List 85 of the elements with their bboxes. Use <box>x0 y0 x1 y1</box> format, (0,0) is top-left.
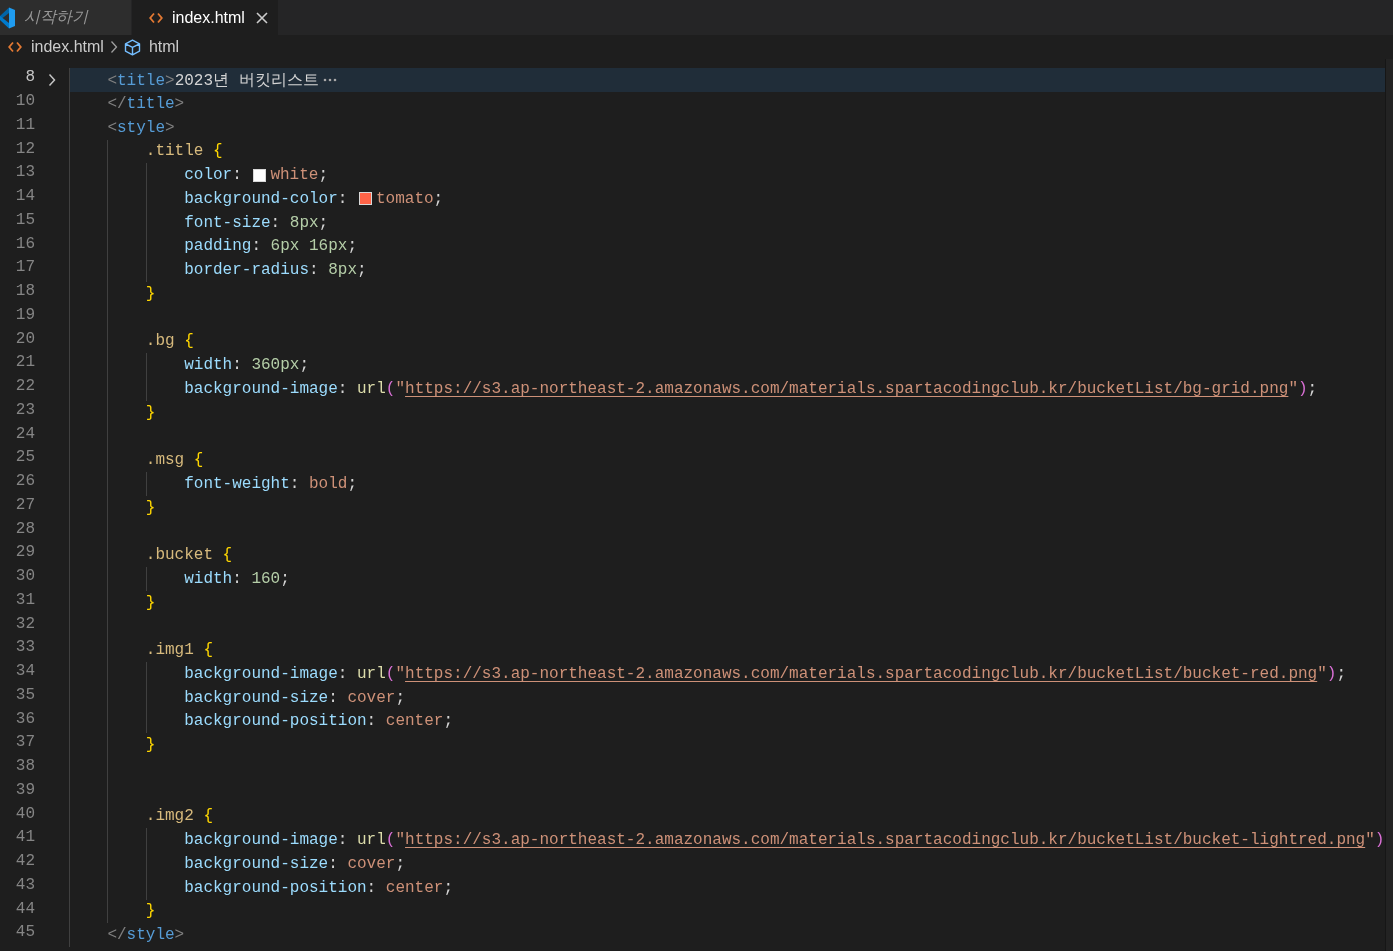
code-text: font-weight: bold; <box>184 474 357 493</box>
code-text: background-image: url("https://s3.ap-northeast-2.amazonaws.com/materials.spartacodingclub.kr/bucketList/bucket-lightred.png") <box>184 831 1385 850</box>
line-number: 18 <box>14 282 35 303</box>
color-swatch-icon[interactable] <box>359 192 372 206</box>
code-brackets-icon <box>149 11 163 24</box>
line-number: 26 <box>14 472 35 493</box>
line-number: 27 <box>14 495 35 516</box>
line-number: 21 <box>14 353 35 374</box>
line-number: 22 <box>14 377 35 398</box>
line-number: 38 <box>14 757 35 778</box>
logo-icon <box>0 6 15 29</box>
chevron-right-icon[interactable] <box>47 73 57 88</box>
line-number: 14 <box>14 187 35 208</box>
line-number: 34 <box>14 662 35 683</box>
line-number: 42 <box>14 852 35 873</box>
line-number: 13 <box>14 163 35 184</box>
code-text: background-image: url("https://s3.ap-northeast-2.amazonaws.com/materials.spartacodingclub.kr/bucketList/bg-grid.png"); <box>184 379 1318 398</box>
code-text: background-position: center; <box>184 878 454 897</box>
code-text: <style> <box>107 118 175 137</box>
line-number: 44 <box>14 899 35 920</box>
close-icon[interactable] <box>255 11 268 24</box>
line-number: 29 <box>14 543 35 564</box>
line-number: 17 <box>14 258 35 279</box>
line-number: 35 <box>14 685 35 706</box>
line-number: 33 <box>14 638 35 659</box>
scrollbar-track[interactable] <box>1385 59 1393 951</box>
code-text: background-size: cover; <box>184 688 406 707</box>
code-text: color: <box>184 166 243 185</box>
code-text: background-position: center; <box>184 712 454 731</box>
ellipsis-icon[interactable] <box>322 78 337 83</box>
line-number: 30 <box>14 567 35 588</box>
code-text: .msg { <box>145 451 204 470</box>
line-number: 43 <box>14 875 35 896</box>
line-number: 36 <box>14 709 35 730</box>
code-text: .img1 { <box>145 641 213 660</box>
code-text: .title { <box>145 142 223 161</box>
chevron-right-icon <box>109 40 118 54</box>
breadcrumb-item[interactable]: html <box>123 38 180 56</box>
code-text: white; <box>270 166 328 185</box>
breadcrumb-item[interactable]: index.html <box>8 38 104 56</box>
code-text: font-size: 8px; <box>184 213 329 232</box>
code-text: .bucket { <box>145 546 233 565</box>
line-number: 16 <box>14 234 35 255</box>
code-text: } <box>145 736 156 755</box>
line-number: 39 <box>14 780 35 801</box>
code-text: } <box>145 902 156 921</box>
code-text: background-color: <box>184 189 349 208</box>
tab[interactable]: 시작하기 <box>0 0 132 35</box>
tab[interactable]: index.html <box>132 0 279 35</box>
line-number: 15 <box>14 210 35 231</box>
cube-icon <box>123 38 141 56</box>
code-text: } <box>145 284 156 303</box>
line-number: 25 <box>14 448 35 469</box>
code-text: padding: 6px 16px; <box>184 237 358 256</box>
code-text: width: 360px; <box>184 356 309 375</box>
line-number: 10 <box>14 92 35 113</box>
code-text: .img2 { <box>145 807 213 826</box>
code-brackets-icon <box>8 41 22 53</box>
code-text: background-image: url("https://s3.ap-northeast-2.amazonaws.com/materials.spartacodingclub.kr/bucketList/bucket-red.png"); <box>184 664 1346 683</box>
code-text: } <box>145 593 156 612</box>
code-text: border-radius: 8px; <box>184 261 367 280</box>
code-text: background-size: cover; <box>184 854 406 873</box>
code-text: <title>2023년 버킷리스트 <box>107 70 319 91</box>
line-number: 28 <box>14 519 35 540</box>
line-number: 24 <box>14 424 35 445</box>
line-number: 20 <box>14 329 35 350</box>
line-number: 45 <box>14 923 35 944</box>
code-text: .bg { <box>145 332 194 351</box>
line-number: 40 <box>14 804 35 825</box>
code-text: </style> <box>107 926 185 945</box>
color-swatch-icon[interactable] <box>253 168 267 182</box>
code-text: } <box>145 403 156 422</box>
line-number: 32 <box>14 614 35 635</box>
code-text: </title> <box>107 94 185 113</box>
line-number: 12 <box>14 139 35 160</box>
line-number: 8 <box>24 68 35 89</box>
line-number: 19 <box>14 305 35 326</box>
code-text: width: 160; <box>184 569 290 588</box>
code-text: tomato; <box>376 189 444 208</box>
line-number: 23 <box>14 400 35 421</box>
line-number: 37 <box>14 733 35 754</box>
line-number: 11 <box>14 115 35 136</box>
code-text: } <box>145 498 156 517</box>
line-number: 41 <box>14 828 35 849</box>
line-number: 31 <box>14 590 35 611</box>
